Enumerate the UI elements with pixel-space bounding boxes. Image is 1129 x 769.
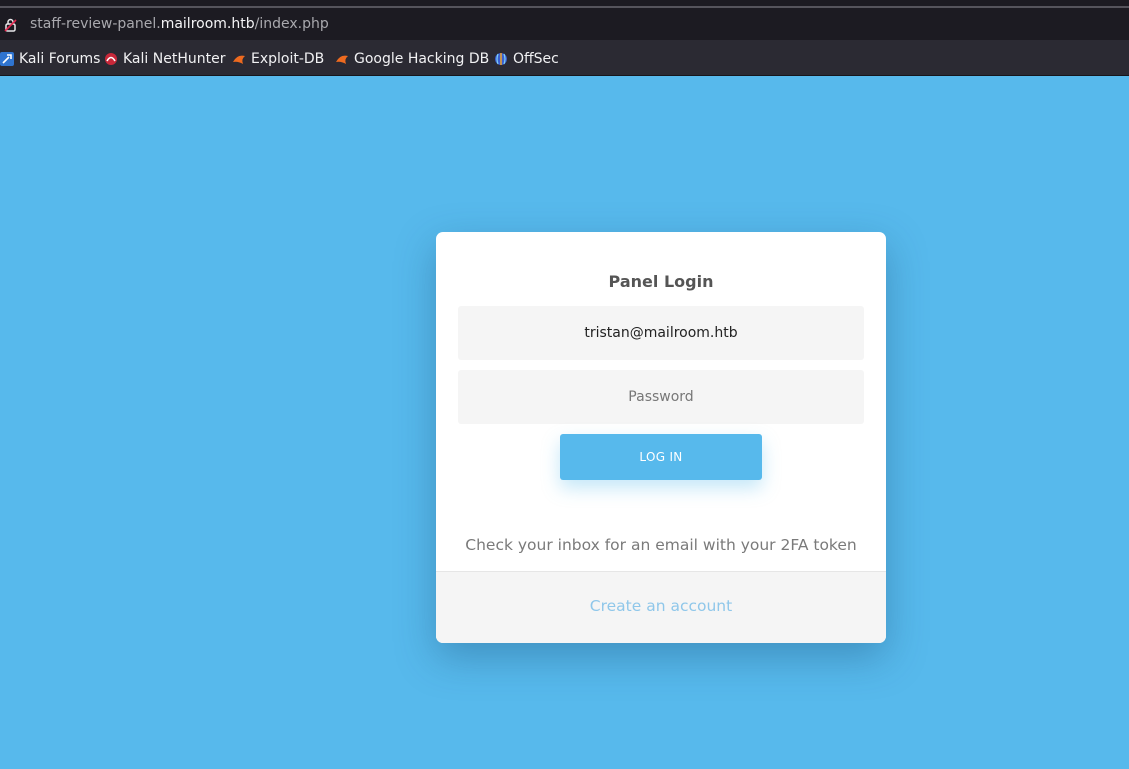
bookmark-label: Google Hacking DB (354, 51, 490, 67)
2fa-message: Check your inbox for an email with your … (465, 536, 857, 554)
bookmark-label: Exploit-DB (251, 51, 325, 67)
url-path: /index.php (254, 16, 329, 32)
kali-nethunter-icon (104, 52, 118, 66)
bookmark-offsec[interactable]: OffSec (494, 51, 559, 67)
url-host: mailroom.htb (160, 16, 255, 32)
password-field[interactable] (458, 370, 864, 424)
url-prefix: staff-review-panel. (30, 16, 161, 32)
browser-top-strip (0, 0, 1129, 8)
bookmark-kali-forums[interactable]: Kali Forums (0, 51, 100, 67)
bookmark-kali-nethunter[interactable]: Kali NetHunter (104, 51, 225, 67)
login-button[interactable]: LOG IN (560, 434, 762, 480)
insecure-lock-icon[interactable] (4, 17, 18, 32)
bookmark-label: Kali NetHunter (123, 51, 226, 67)
offsec-icon (494, 52, 508, 66)
kali-forums-icon (0, 52, 14, 66)
exploit-db-icon (232, 52, 246, 66)
bookmark-label: Kali Forums (19, 51, 101, 67)
google-hacking-db-icon (335, 52, 349, 66)
card-footer: Create an account (436, 571, 886, 643)
url-bar[interactable]: staff-review-panel.mailroom.htb/index.ph… (0, 8, 1129, 40)
login-card: Panel Login LOG IN Check your inbox for … (436, 232, 886, 643)
email-field[interactable] (458, 306, 864, 360)
bookmarks-toolbar: Kali Forums Kali NetHunter Exploit-DB Go… (0, 40, 1129, 76)
bookmark-google-hacking-db[interactable]: Google Hacking DB (335, 51, 489, 67)
bookmark-exploit-db[interactable]: Exploit-DB (232, 51, 324, 67)
bookmark-label: OffSec (513, 51, 559, 67)
create-account-link[interactable]: Create an account (436, 597, 886, 615)
page-title: Panel Login (608, 272, 714, 291)
url-text[interactable]: staff-review-panel.mailroom.htb/index.ph… (30, 16, 329, 32)
